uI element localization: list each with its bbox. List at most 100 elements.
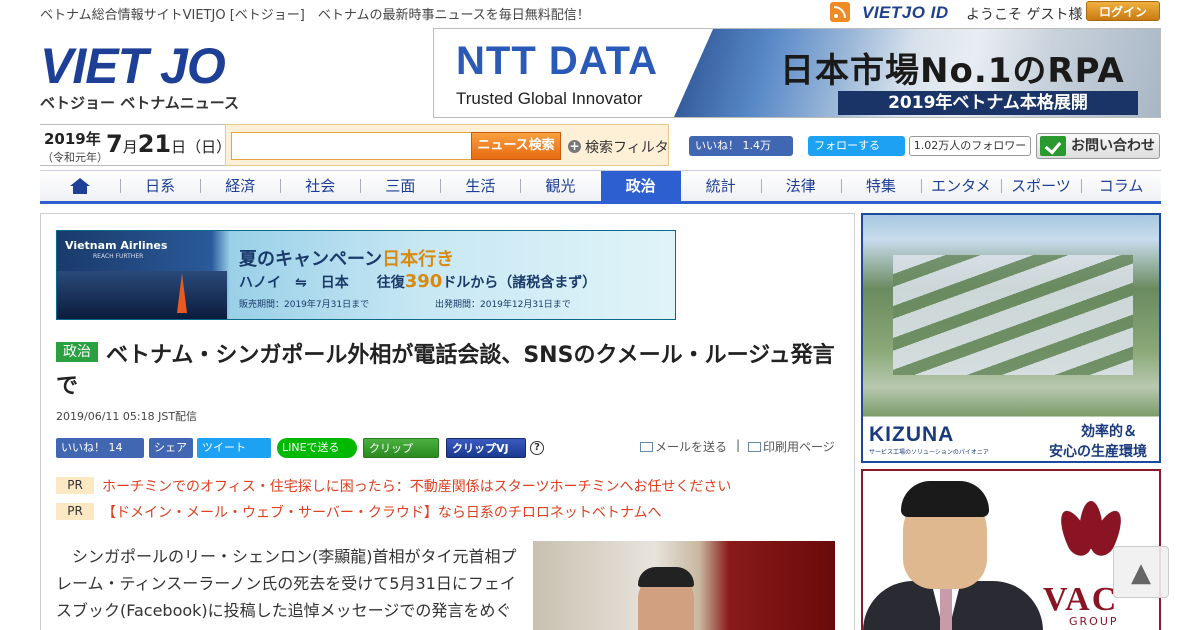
help-icon[interactable]: ? bbox=[530, 441, 544, 455]
line-share-button[interactable]: LINEで送る bbox=[277, 438, 357, 458]
nav-item-features[interactable]: 特集 bbox=[840, 171, 921, 201]
clip-vj-button[interactable]: クリップVJ bbox=[446, 438, 526, 458]
contact-button[interactable]: お問い合わせ bbox=[1036, 133, 1160, 159]
site-logo-subtitle: ベトジョー ベトナムニュース bbox=[40, 94, 240, 112]
login-label: ログイン bbox=[1098, 5, 1147, 19]
plus-circle-icon[interactable]: + bbox=[568, 140, 581, 153]
facebook-share-button[interactable]: シェア bbox=[149, 438, 193, 458]
nav-item-life[interactable]: 生活 bbox=[440, 171, 520, 201]
tokyo-tower-shape bbox=[177, 273, 187, 313]
ntt-brand-panel: NTT DATA Trusted Global Innovator bbox=[434, 29, 684, 117]
email-label: メールを送る bbox=[655, 440, 728, 454]
vietnam-airlines-ad[interactable]: Vietnam Airlines REACH FURTHER 夏のキャンペーン日… bbox=[56, 230, 676, 320]
date-month: 7 bbox=[106, 130, 123, 158]
tokyo-skyline-image bbox=[57, 271, 227, 319]
date-day-unit: 日 bbox=[171, 138, 187, 156]
vna-route-b: ドルから（諸税含まず） bbox=[442, 275, 597, 291]
kizuna-copy-line1: 効率的＆ bbox=[1081, 424, 1137, 440]
site-tagline: ベトナム総合情報サイトVIETJO [ベトジョー] ベトナムの最新時事ニュースを… bbox=[40, 8, 590, 23]
rss-icon[interactable] bbox=[830, 2, 850, 22]
vac-logo: VAC bbox=[1043, 581, 1119, 618]
scroll-to-top-button[interactable]: ▲ bbox=[1113, 546, 1169, 598]
check-mail-icon bbox=[1040, 136, 1066, 156]
ntt-headline: 日本市場No.1のRPA bbox=[780, 51, 1125, 91]
nav-item-society[interactable]: 社会 bbox=[280, 171, 360, 201]
kizuna-copy-line2: 安心の生産環境 bbox=[1049, 444, 1147, 460]
clip-button[interactable]: クリップ bbox=[363, 438, 439, 458]
nav-item-sanmen[interactable]: 三面 bbox=[360, 171, 440, 201]
vna-title-highlight: 日本行き bbox=[382, 249, 455, 270]
pr-tag: PR bbox=[56, 503, 94, 520]
category-badge[interactable]: 政治 bbox=[56, 342, 98, 362]
nav-item-column[interactable]: コラム bbox=[1081, 171, 1161, 201]
photo-hair-shape bbox=[638, 567, 694, 587]
person-tie-shape bbox=[940, 589, 952, 630]
print-page-link[interactable]: 印刷用ページ bbox=[748, 438, 835, 455]
factory-roofs-image bbox=[893, 255, 1133, 375]
kizuna-sidebar-ad[interactable]: KIZUNA サービス工場のソリューションのパイオニア 効率的＆ 安心の生産環境 bbox=[861, 213, 1161, 463]
printer-icon bbox=[748, 442, 761, 452]
email-article-link[interactable]: メールを送る bbox=[640, 438, 727, 455]
nav-item-nikkei[interactable]: 日系 bbox=[120, 171, 200, 201]
kizuna-tagline: サービス工場のソリューションのパイオニア bbox=[869, 449, 989, 456]
vietjo-id-logo[interactable]: VIETJO ID bbox=[862, 3, 949, 23]
twitter-follower-count: 1.02万人のフォロワー bbox=[909, 136, 1031, 156]
site-logo[interactable]: VIET JO ベトジョー ベトナムニュース bbox=[40, 40, 250, 116]
person-hair-shape bbox=[901, 481, 989, 517]
envelope-icon bbox=[640, 442, 653, 452]
article-facebook-like-button[interactable]: いいね！ 14 bbox=[56, 438, 144, 458]
date-year: 2019年 bbox=[44, 130, 101, 148]
print-label: 印刷用ページ bbox=[763, 440, 835, 454]
nav-item-entertainment[interactable]: エンタメ bbox=[920, 171, 1001, 201]
vna-brand: Vietnam Airlines bbox=[65, 239, 168, 252]
kizuna-logo: KIZUNA bbox=[869, 423, 955, 446]
vna-title-main: 夏のキャンペーン bbox=[239, 249, 383, 270]
login-button[interactable]: ログイン bbox=[1086, 1, 1160, 21]
vna-title: 夏のキャンペーン日本行き bbox=[239, 245, 454, 271]
twitter-follow-button[interactable]: フォローする bbox=[808, 136, 905, 156]
nav-item-economy[interactable]: 経済 bbox=[200, 171, 280, 201]
article-title: ベトナム・シンガポール外相が電話会談、SNSのクメール・ルージュ発言で bbox=[56, 343, 835, 399]
nav-item-law[interactable]: 法律 bbox=[760, 171, 841, 201]
nav-item-politics[interactable]: 政治 bbox=[600, 171, 681, 201]
pr-link[interactable]: ホーチミンでのオフィス・住宅探しに困ったら：不動産関係はスターツホーチミンへお任… bbox=[102, 476, 731, 496]
news-search-button[interactable]: ニュース検索 bbox=[471, 132, 561, 160]
search-filter-link[interactable]: 検索フィルタ bbox=[585, 137, 669, 157]
top-banner-ad[interactable]: NTT DATA Trusted Global Innovator 日本市場No… bbox=[433, 28, 1161, 118]
date-day-number: 21 bbox=[137, 130, 172, 158]
vna-route: ハノイ ⇋ 日本 往復390ドルから（諸税含まず） bbox=[239, 271, 596, 292]
pr-tag: PR bbox=[56, 477, 94, 494]
search-area: ニュース検索 + 検索フィルタ bbox=[225, 124, 669, 166]
search-input[interactable] bbox=[231, 132, 473, 160]
date-era: （令和元年） bbox=[42, 151, 108, 164]
nav-item-sports[interactable]: スポーツ bbox=[1000, 171, 1081, 201]
article-date: 2019/06/11 05:18 JST配信 bbox=[56, 410, 198, 423]
welcome-text: ようこそ ゲスト様 bbox=[966, 7, 1083, 23]
article-photo[interactable] bbox=[533, 541, 835, 630]
category-nav: 日系 経済 社会 三面 生活 観光 政治 統計 法律 特集 エンタメ スポーツ … bbox=[40, 170, 1161, 204]
ntt-slogan: Trusted Global Innovator bbox=[456, 89, 643, 108]
pr-link[interactable]: 【ドメイン・メール・ウェブ・サーバー・クラウド】なら日系のチロロネットベトナムへ bbox=[102, 502, 661, 522]
logo-jo: JO bbox=[160, 38, 226, 94]
nav-home[interactable] bbox=[40, 171, 120, 201]
logo-viet: VIET bbox=[40, 38, 148, 94]
vna-travel-period: 出発期間：2019年12月31日まで bbox=[435, 300, 571, 310]
vna-price: 390 bbox=[404, 271, 443, 292]
article-body: シンガポールのリー・シェンロン(李顯龍)首相がタイ元首相プレーム・ティンスーラー… bbox=[56, 547, 517, 630]
date-display: 2019年 （令和元年） 7月21日（日） bbox=[40, 124, 231, 166]
vna-sale-period: 販売期間：2019年7月31日まで bbox=[239, 300, 370, 310]
facebook-like-button[interactable]: いいね！ 1.4万 bbox=[689, 136, 793, 156]
nav-item-tourism[interactable]: 観光 bbox=[520, 171, 600, 201]
vac-group-label: GROUP bbox=[1069, 615, 1119, 628]
ntt-brand: NTT DATA bbox=[456, 39, 659, 83]
nav-item-statistics[interactable]: 統計 bbox=[681, 171, 761, 201]
site-logo-wordmark: VIET JO bbox=[40, 40, 250, 92]
link-separator: | bbox=[736, 438, 741, 452]
vna-route-a: ハノイ ⇋ 日本 往復 bbox=[239, 275, 405, 291]
date-month-unit: 月 bbox=[122, 138, 138, 156]
ntt-subline: 2019年ベトナム本格展開 bbox=[838, 91, 1138, 115]
home-icon bbox=[70, 178, 91, 194]
date-month-day: 7月21日（日） bbox=[106, 130, 231, 158]
tweet-button[interactable]: ツイート bbox=[197, 438, 271, 458]
vna-reach: REACH FURTHER bbox=[93, 253, 144, 260]
